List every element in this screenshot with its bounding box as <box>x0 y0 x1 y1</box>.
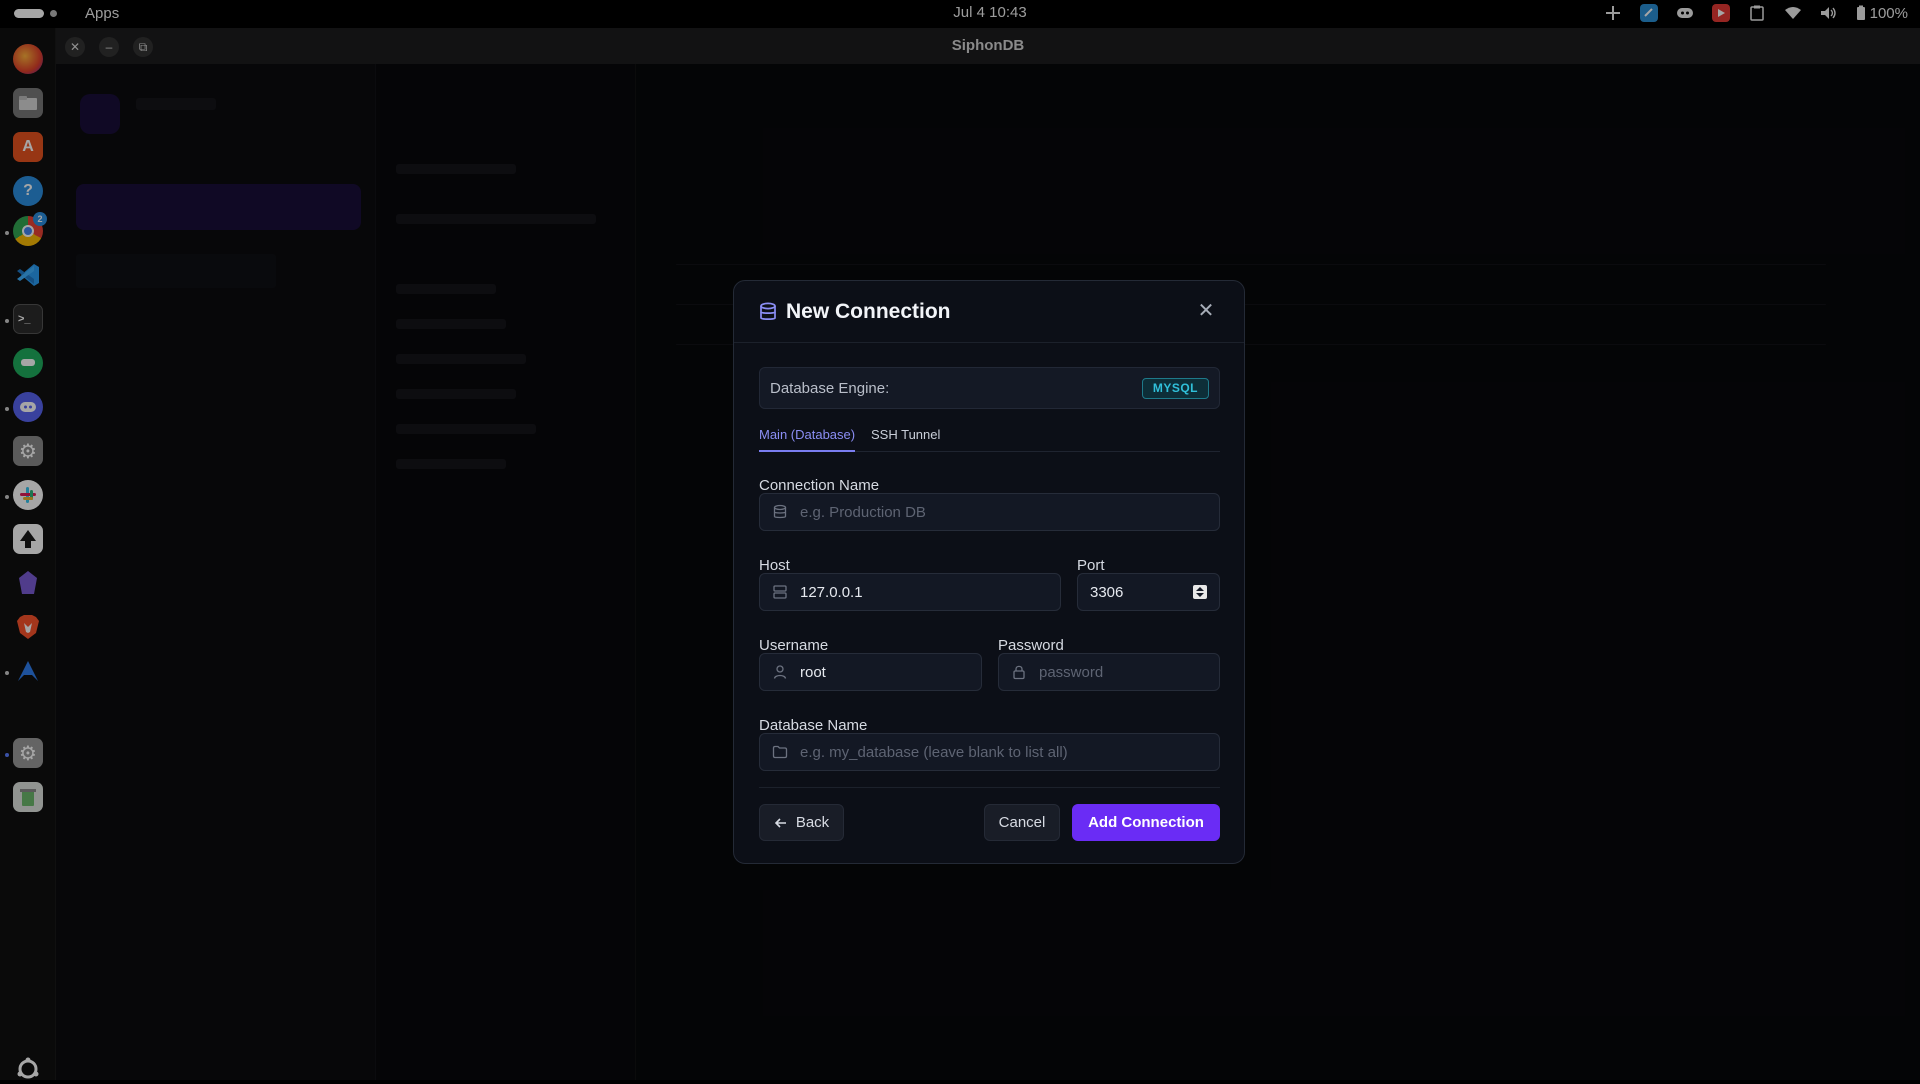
host-label: Host <box>759 557 790 574</box>
host-input[interactable]: 127.0.0.1 <box>759 573 1061 611</box>
port-stepper[interactable] <box>1193 585 1207 599</box>
connection-tabs: Main (Database) SSH Tunnel <box>759 422 1220 452</box>
new-connection-dialog: New Connection ✕ Database Engine: MYSQL … <box>733 280 1245 864</box>
connection-name-input[interactable]: e.g. Production DB <box>759 493 1220 531</box>
arrow-left-icon <box>774 817 786 828</box>
database-name-label: Database Name <box>759 717 868 734</box>
connection-name-label: Connection Name <box>759 477 880 494</box>
password-label: Password <box>998 637 1064 654</box>
back-button[interactable]: Back <box>759 804 844 841</box>
database-name-input[interactable]: e.g. my_database (leave blank to list al… <box>759 733 1220 771</box>
username-label: Username <box>759 637 829 654</box>
username-value: root <box>800 664 826 681</box>
footer-divider <box>759 787 1220 788</box>
add-connection-button[interactable]: Add Connection <box>1072 804 1220 841</box>
port-label: Port <box>1077 557 1105 574</box>
tab-main-database[interactable]: Main (Database) <box>759 427 856 452</box>
lock-icon <box>1013 665 1025 680</box>
dialog-title: New Connection <box>786 300 951 323</box>
port-input[interactable]: 3306 <box>1077 573 1220 611</box>
back-button-label: Back <box>795 814 830 831</box>
database-icon <box>760 302 776 320</box>
engine-label: Database Engine: <box>770 380 890 397</box>
connection-name-placeholder: e.g. Production DB <box>800 504 926 521</box>
password-placeholder: password <box>1039 664 1104 681</box>
database-icon <box>773 504 787 519</box>
dialog-header: New Connection ✕ <box>734 281 1244 343</box>
folder-icon <box>772 745 788 759</box>
host-value: 127.0.0.1 <box>800 584 863 601</box>
cancel-button[interactable]: Cancel <box>984 804 1060 841</box>
close-icon[interactable]: ✕ <box>1196 301 1216 321</box>
username-input[interactable]: root <box>759 653 982 691</box>
password-input[interactable]: password <box>998 653 1220 691</box>
database-name-placeholder: e.g. my_database (leave blank to list al… <box>800 744 1068 761</box>
engine-badge: MYSQL <box>1141 378 1209 399</box>
server-icon <box>773 585 787 599</box>
database-engine-row: Database Engine: MYSQL <box>759 367 1220 409</box>
user-icon <box>773 665 787 679</box>
tab-ssh-tunnel[interactable]: SSH Tunnel <box>871 427 940 452</box>
port-value: 3306 <box>1090 584 1124 601</box>
